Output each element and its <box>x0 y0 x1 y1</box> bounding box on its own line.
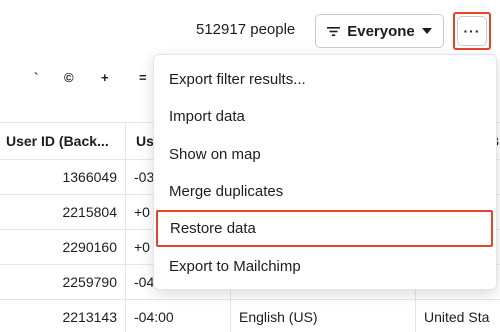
more-options-button[interactable]: ··· <box>453 12 491 50</box>
menu-item-merge-duplicates[interactable]: Merge duplicates <box>154 173 496 210</box>
user-id-cell: 2259790 <box>62 274 117 290</box>
more-options-menu: Export filter results... Import data Sho… <box>153 54 497 290</box>
user-id-cell: 1366049 <box>62 169 117 185</box>
column-header-user-id[interactable]: User ID (Back... <box>0 123 125 160</box>
toolbar-equals[interactable]: = <box>139 70 147 85</box>
people-page: 512917 people Everyone ··· ` © + = User … <box>0 0 500 332</box>
language-cell: English (US) <box>239 309 318 325</box>
menu-item-import-data[interactable]: Import data <box>154 98 496 135</box>
toolbar-plus[interactable]: + <box>101 70 109 85</box>
ellipsis-icon: ··· <box>457 16 487 46</box>
menu-item-show-on-map[interactable]: Show on map <box>154 136 496 173</box>
audience-filter-button[interactable]: Everyone <box>315 14 444 48</box>
menu-item-restore-data[interactable]: Restore data <box>156 210 493 247</box>
column-divider <box>125 122 126 332</box>
people-count: 512917 people <box>196 21 296 38</box>
menu-item-export-filter-results[interactable]: Export filter results... <box>154 61 496 98</box>
user-id-cell: 2213143 <box>62 309 117 325</box>
filter-icon <box>327 26 341 36</box>
audience-filter-label: Everyone <box>347 22 415 40</box>
caret-down-icon <box>421 28 432 34</box>
country-cell: United Sta <box>424 309 490 325</box>
table-row[interactable]: 2213143 -04:00 English (US) United Sta <box>0 300 500 332</box>
user-id-cell: 2290160 <box>62 239 117 255</box>
timezone-cell: -04:00 <box>134 309 174 325</box>
menu-item-export-to-mailchimp[interactable]: Export to Mailchimp <box>154 248 496 285</box>
toolbar-copyright[interactable]: © <box>64 70 74 85</box>
toolbar-backtick[interactable]: ` <box>34 70 38 85</box>
user-id-cell: 2215804 <box>62 204 117 220</box>
